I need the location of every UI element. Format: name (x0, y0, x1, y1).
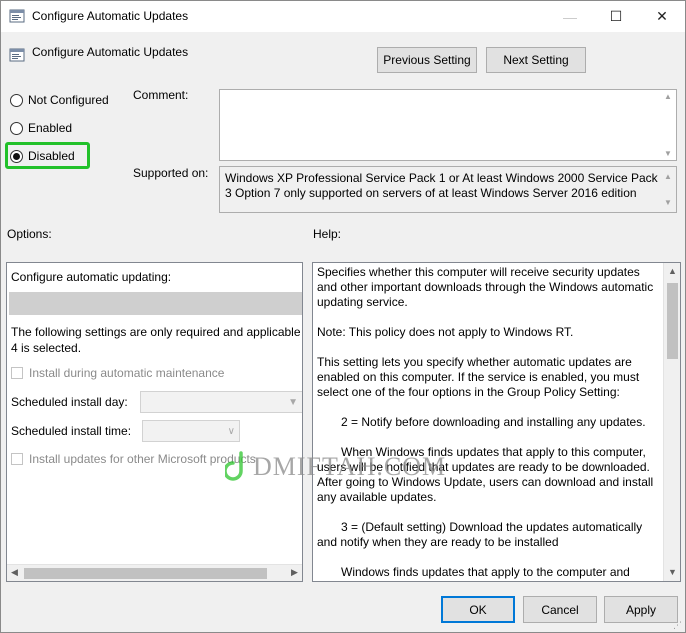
scroll-up-icon[interactable]: ▲ (664, 92, 672, 101)
supported-on-label: Supported on: (133, 166, 209, 180)
cancel-button[interactable]: Cancel (523, 596, 597, 623)
watermark: DMIFTAH.COM (225, 451, 446, 483)
scroll-up-icon[interactable]: ▲ (668, 266, 677, 276)
help-paragraph: This setting lets you specify whether au… (317, 355, 640, 399)
policy-icon (9, 48, 25, 62)
scroll-left-icon[interactable]: ◀ (11, 567, 18, 578)
next-setting-button[interactable]: Next Setting (486, 47, 586, 73)
radio-disabled[interactable]: Disabled (10, 149, 75, 163)
chevron-down-icon: ∨ (227, 425, 235, 437)
help-panel: Specifies whether this computer will rec… (312, 262, 681, 582)
scroll-thumb[interactable] (667, 283, 678, 359)
install-maintenance-checkbox: Install during automatic maintenance (11, 366, 224, 380)
resize-grip-icon[interactable]: ⋰ (673, 620, 683, 630)
comment-field[interactable]: ▲ ▼ (219, 89, 677, 161)
help-label: Help: (313, 227, 342, 241)
radio-label: Not Configured (28, 93, 109, 107)
help-paragraph: 3 = (Default setting) Download the updat… (317, 520, 643, 549)
note-line-2: 4 is selected. (11, 341, 82, 355)
configure-updating-label: Configure automatic updating: (11, 270, 172, 284)
help-paragraph: Note: This policy does not apply to Wind… (317, 325, 574, 339)
install-time-label: Scheduled install time: (11, 424, 132, 438)
supported-scroll[interactable]: ▲ ▼ (662, 169, 674, 210)
chevron-down-icon: ▼ (288, 396, 298, 408)
scroll-down-icon[interactable]: ▼ (664, 195, 672, 210)
apply-button[interactable]: Apply (604, 596, 678, 623)
scroll-down-icon[interactable]: ▼ (664, 149, 672, 158)
supported-on-field: Windows XP Professional Service Pack 1 o… (219, 166, 677, 213)
title-bar[interactable]: Configure Automatic Updates — ☐ ✕ (1, 1, 685, 32)
help-paragraph: Specifies whether this computer will rec… (317, 265, 654, 309)
checkbox-box (11, 367, 23, 379)
options-horizontal-scrollbar[interactable]: ◀ ▶ (7, 564, 302, 581)
maximize-icon: ☐ (609, 8, 623, 24)
setting-title: Configure Automatic Updates (32, 45, 189, 59)
checkbox-box (11, 453, 23, 465)
watermark-text: DMIFTAH.COM (253, 452, 447, 481)
radio-enabled[interactable]: Enabled (10, 121, 72, 135)
radio-circle[interactable] (10, 149, 23, 163)
install-time-dropdown: ∨ (142, 420, 240, 442)
watermark-logo-icon (225, 451, 243, 481)
radio-label: Enabled (28, 121, 73, 135)
window-title: Configure Automatic Updates (32, 9, 189, 23)
minimize-icon: — (563, 8, 577, 25)
options-label: Options: (7, 227, 52, 241)
help-paragraph: 2 = Notify before downloading and instal… (341, 415, 646, 429)
help-paragraph: Windows finds updates that apply to the … (341, 565, 630, 579)
radio-not-configured[interactable]: Not Configured (10, 93, 109, 107)
help-text: Specifies whether this computer will rec… (317, 265, 662, 581)
supported-on-value: Windows XP Professional Service Pack 1 o… (225, 171, 658, 200)
minimize-button[interactable]: — (547, 1, 593, 32)
options-panel: Configure automatic updating: The follow… (6, 262, 303, 582)
scroll-thumb[interactable] (24, 568, 267, 579)
install-day-label: Scheduled install day: (11, 395, 128, 409)
close-icon: ✕ (656, 8, 668, 24)
install-day-dropdown: ▼ (140, 391, 302, 413)
note-line-1: The following settings are only required… (11, 325, 301, 339)
previous-setting-button[interactable]: Previous Setting (377, 47, 477, 73)
comment-scroll[interactable]: ▲ ▼ (662, 92, 674, 158)
dialog-window: Configure Automatic Updates — ☐ ✕ Config… (0, 0, 686, 633)
help-vertical-scrollbar[interactable]: ▲ ▼ (663, 263, 680, 581)
checkbox-label: Install during automatic maintenance (29, 366, 225, 380)
scroll-up-icon[interactable]: ▲ (664, 169, 672, 184)
scroll-right-icon[interactable]: ▶ (291, 567, 298, 578)
comment-label: Comment: (133, 88, 189, 102)
radio-label: Disabled (28, 149, 75, 163)
maximize-button[interactable]: ☐ (593, 1, 639, 32)
configure-updating-dropdown (9, 292, 302, 315)
scroll-down-icon[interactable]: ▼ (668, 567, 677, 577)
ok-button[interactable]: OK (441, 596, 515, 623)
radio-circle[interactable] (10, 93, 23, 107)
close-button[interactable]: ✕ (639, 1, 685, 32)
radio-circle[interactable] (10, 121, 23, 135)
policy-icon (9, 9, 25, 23)
install-other-products-checkbox: Install updates for other Microsoft prod… (11, 452, 256, 466)
checkbox-label: Install updates for other Microsoft prod… (29, 452, 256, 466)
